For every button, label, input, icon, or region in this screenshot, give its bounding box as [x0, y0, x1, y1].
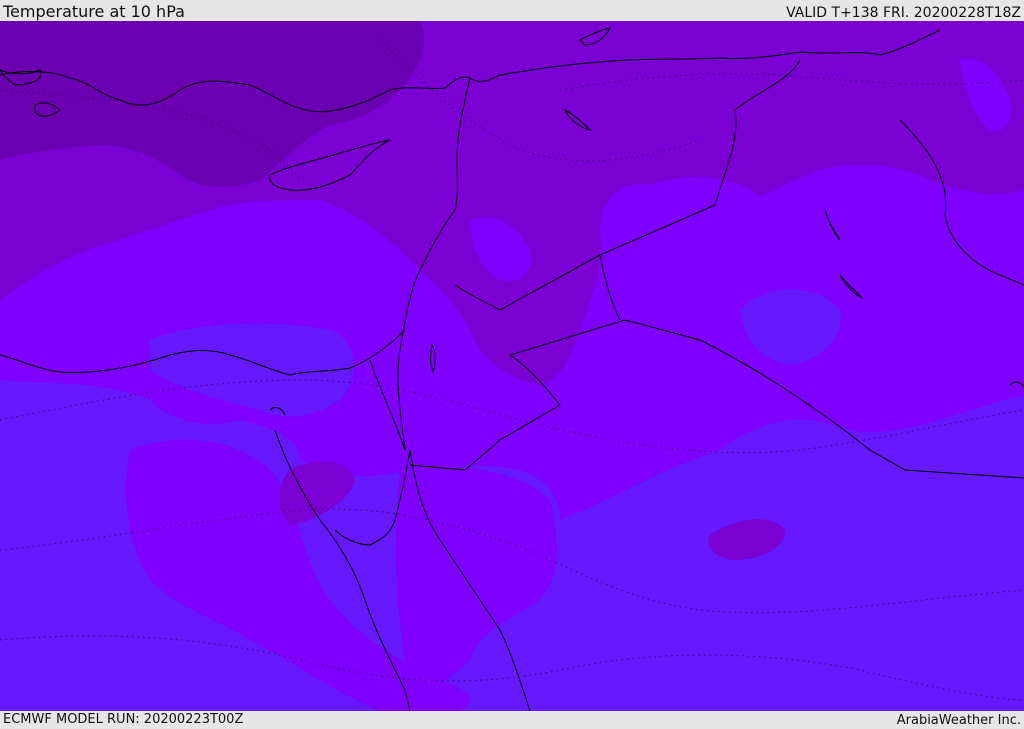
model-run-label: ECMWF MODEL RUN: 20200223T00Z [3, 712, 244, 727]
valid-time: VALID T+138 FRI. 20200228T18Z [786, 5, 1021, 21]
header-bar: Temperature at 10 hPa VALID T+138 FRI. 2… [0, 0, 1024, 21]
credit-label: ArabiaWeather Inc. [896, 713, 1021, 728]
footer-bar: ECMWF MODEL RUN: 20200223T00Z ArabiaWeat… [0, 711, 1024, 729]
temperature-map [0, 21, 1024, 711]
weather-map-page: Temperature at 10 hPa VALID T+138 FRI. 2… [0, 0, 1024, 729]
map-title: Temperature at 10 hPa [3, 2, 185, 21]
map-canvas [0, 21, 1024, 711]
